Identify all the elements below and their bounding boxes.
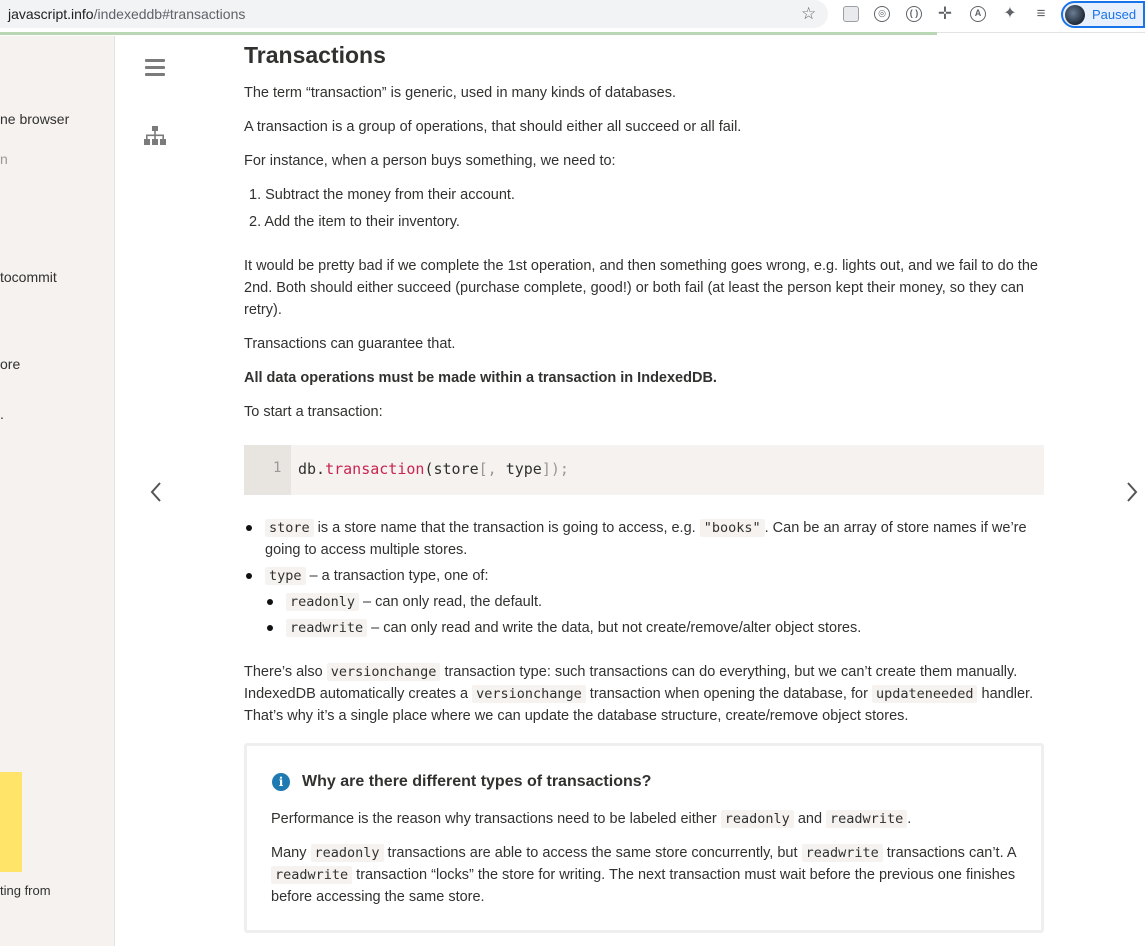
chevron-right-icon[interactable]: [1125, 481, 1139, 503]
address-bar[interactable]: javascript.info/indexeddb#transactions ☆: [0, 0, 828, 28]
inline-code: type: [265, 567, 306, 585]
sidebar-item[interactable]: ne browser: [0, 111, 69, 127]
list-text: – can only read, the default.: [359, 594, 543, 610]
bullet-dot: [267, 599, 273, 605]
note-title: Why are there different types of transac…: [302, 773, 652, 790]
code-token: db.: [298, 460, 326, 478]
info-note: i Why are there different types of trans…: [244, 743, 1044, 933]
page-load-progress: [0, 32, 937, 35]
paragraph: A transaction is a group of operations, …: [244, 119, 742, 135]
inline-code: readwrite: [286, 619, 368, 637]
page-title: Transactions: [244, 42, 386, 68]
inline-code: readwrite: [801, 844, 883, 862]
inline-code: versionchange: [472, 685, 586, 703]
list-item: readonly – can only read, the default.: [286, 591, 1036, 613]
media-control-icon[interactable]: ≡: [1033, 6, 1049, 22]
inline-code: versionchange: [326, 663, 441, 681]
line-number: 1: [273, 460, 282, 476]
url-path: /indexeddb#transactions: [93, 6, 246, 22]
list-text: – a transaction type, one of:: [305, 568, 489, 584]
inline-code: readonly: [286, 593, 360, 611]
profile-button[interactable]: Paused: [1061, 1, 1145, 28]
extensions-puzzle-icon[interactable]: ✦: [1002, 6, 1018, 22]
paragraph: To start a transaction:: [244, 404, 383, 420]
text: transactions can’t. A: [882, 845, 1016, 861]
inline-code: store: [265, 519, 314, 537]
sidebar-item[interactable]: tocommit: [0, 269, 57, 285]
sitemap-icon[interactable]: [144, 126, 166, 146]
code-token: transaction: [325, 460, 425, 478]
list-item: readwrite – can only read and write the …: [286, 617, 1036, 639]
note-paragraph: Many readonly transactions are able to a…: [271, 842, 1021, 908]
sidebar-item[interactable]: n: [0, 151, 8, 167]
code-token: ]);: [541, 460, 569, 478]
paragraph: It would be pretty bad if we complete th…: [244, 258, 1038, 318]
url-host: javascript.info: [8, 6, 94, 22]
code-gutter: [244, 445, 291, 495]
code-line: db.transaction(store[, type]);: [298, 460, 569, 478]
list-item: store is a store name that the transacti…: [265, 517, 1040, 561]
bookmark-star-icon[interactable]: ☆: [801, 4, 816, 24]
paragraph: Transactions can guarantee that.: [244, 336, 456, 352]
bullet-dot: [246, 573, 252, 579]
hamburger-icon[interactable]: [145, 59, 165, 76]
inline-code: updateneeded: [871, 685, 978, 703]
extension-icon[interactable]: [843, 6, 859, 22]
inline-code: readwrite: [271, 866, 353, 884]
code-block[interactable]: 1 db.transaction(store[, type]);: [244, 445, 1044, 495]
code-token: [,: [478, 460, 506, 478]
avatar: [1065, 5, 1085, 25]
list-text: is a store name that the transaction is …: [313, 520, 700, 536]
bold-text: All data operations must be made within …: [244, 370, 717, 386]
inline-code: "books": [699, 519, 765, 537]
url-text[interactable]: javascript.info/indexeddb#transactions: [8, 6, 245, 22]
extension-brackets-icon[interactable]: ( ): [906, 6, 922, 22]
paragraph: For instance, when a person buys somethi…: [244, 153, 616, 169]
code-token: (store: [424, 460, 479, 478]
text: transactions are able to access the same…: [383, 845, 802, 861]
list-item: 1. Subtract the money from their account…: [249, 187, 515, 203]
profile-status-label: Paused: [1092, 7, 1137, 22]
text: transaction “locks” the store for writin…: [271, 867, 1016, 905]
text: .: [907, 811, 912, 827]
sidebar-ad-banner[interactable]: [0, 772, 22, 872]
paragraph-bold: All data operations must be made within …: [244, 367, 1044, 389]
inline-code: readwrite: [826, 810, 908, 828]
text: and: [793, 811, 827, 827]
inline-code: readonly: [310, 844, 384, 862]
note-paragraph: Performance is the reason why transactio…: [271, 808, 1021, 830]
inline-code: readonly: [720, 810, 794, 828]
bullet-dot: [267, 625, 273, 631]
info-icon: i: [272, 773, 290, 791]
sidebar: ne browser n tocommit ore . ting from: [0, 36, 115, 946]
extension-move-icon[interactable]: ✛: [937, 5, 953, 22]
list-text: – can only read and write the data, but …: [367, 620, 862, 636]
extension-a-icon[interactable]: A: [970, 6, 986, 22]
chevron-left-icon[interactable]: [149, 481, 163, 503]
sidebar-item[interactable]: ore: [0, 356, 20, 372]
bullet-dot: [246, 525, 252, 531]
text: Many: [271, 845, 311, 861]
extension-circle-icon[interactable]: ◎: [874, 6, 890, 22]
paragraph: The term “transaction” is generic, used …: [244, 85, 676, 101]
text: There’s also: [244, 664, 327, 680]
text: Performance is the reason why transactio…: [271, 811, 721, 827]
code-token: type: [505, 460, 542, 478]
list-item: 2. Add the item to their inventory.: [249, 214, 460, 230]
text: transaction when opening the database, f…: [585, 686, 872, 702]
sidebar-footer-text: ting from: [0, 883, 51, 898]
list-item: type – a transaction type, one of:: [265, 565, 1040, 587]
browser-toolbar: javascript.info/indexeddb#transactions ☆…: [0, 0, 1145, 33]
sidebar-item[interactable]: .: [0, 406, 4, 422]
paragraph: There’s also versionchange transaction t…: [244, 661, 1044, 727]
